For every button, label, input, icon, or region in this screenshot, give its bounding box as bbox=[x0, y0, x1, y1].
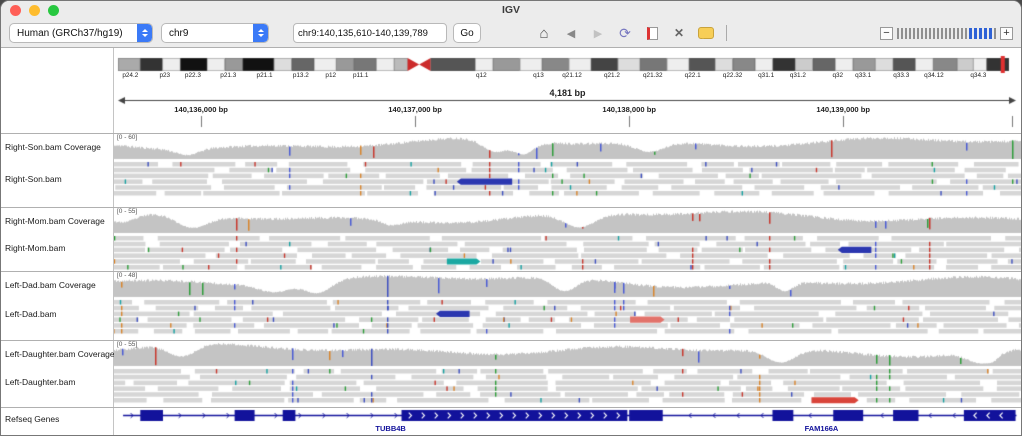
select-stepper-icon bbox=[253, 24, 268, 42]
track-content: [0 - 55] bbox=[114, 208, 1021, 271]
region-of-interest-icon[interactable] bbox=[643, 24, 661, 42]
track-content: [0 - 60] bbox=[114, 134, 1021, 207]
chromosome-select[interactable]: chr9 bbox=[161, 23, 269, 43]
track-group-left-daughter: Left-Daughter.bam Coverage Left-Daughter… bbox=[1, 340, 1021, 407]
select-stepper-icon bbox=[137, 24, 152, 42]
alignment-track[interactable] bbox=[114, 272, 1021, 340]
track-name-panel: Right-Mom.bam Coverage Right-Mom.bam bbox=[1, 208, 114, 271]
zoom-tick[interactable] bbox=[957, 28, 959, 39]
zoom-tick[interactable] bbox=[984, 28, 987, 39]
zoom-tick[interactable] bbox=[925, 28, 927, 39]
zoom-tick[interactable] bbox=[909, 28, 911, 39]
track-name-panel: Refseq Genes bbox=[1, 408, 114, 435]
coverage-range-label: [0 - 55] bbox=[117, 341, 137, 348]
main-area: p24.2p23p22.3p21.3p21.1p13.2p12p11.1q12q… bbox=[1, 47, 1021, 435]
alignment-track[interactable] bbox=[114, 134, 1021, 207]
genome-select[interactable]: Human (GRCh37/hg19) bbox=[9, 23, 153, 43]
track-name-panel: Right-Son.bam Coverage Right-Son.bam bbox=[1, 134, 114, 207]
ruler-span-label: 4,181 bp bbox=[549, 88, 585, 98]
zoom-tick[interactable] bbox=[905, 28, 907, 39]
zoom-out-button[interactable]: − bbox=[880, 27, 893, 40]
zoom-tick[interactable] bbox=[989, 28, 992, 39]
track-content: TUBB4BFAM166A bbox=[114, 408, 1021, 435]
maximize-button[interactable] bbox=[48, 5, 59, 16]
speech-bubble-icon bbox=[698, 27, 714, 39]
window-controls bbox=[10, 5, 59, 16]
zoom-tick[interactable] bbox=[949, 28, 951, 39]
zoom-tick[interactable] bbox=[961, 28, 963, 39]
track-label[interactable]: Right-Mom.bam bbox=[5, 243, 65, 253]
fit-to-window-icon[interactable]: ✕ bbox=[670, 24, 688, 42]
zoom-in-button[interactable]: + bbox=[1000, 27, 1013, 40]
tooltip-toggle-icon[interactable] bbox=[697, 24, 715, 42]
genome-select-value: Human (GRCh37/hg19) bbox=[17, 28, 123, 39]
toolbar-separator bbox=[726, 25, 727, 41]
zoom-tick[interactable] bbox=[979, 28, 982, 39]
zoom-tick[interactable] bbox=[965, 28, 967, 39]
track-content: [0 - 55] bbox=[114, 341, 1021, 407]
zoom-tick[interactable] bbox=[933, 28, 935, 39]
track-label[interactable]: Right-Son.bam bbox=[5, 174, 62, 184]
zoom-slider[interactable] bbox=[897, 28, 996, 39]
track-label[interactable]: Left-Dad.bam Coverage bbox=[5, 280, 96, 290]
igv-window: IGV Human (GRCh37/hg19) chr9 Go ⌂ ◀ ▶ ⟳ … bbox=[0, 0, 1022, 436]
home-icon[interactable]: ⌂ bbox=[535, 24, 553, 42]
track-label[interactable]: Left-Daughter.bam bbox=[5, 377, 75, 387]
zoom-tick[interactable] bbox=[953, 28, 955, 39]
coverage-range-label: [0 - 48] bbox=[117, 272, 137, 279]
zoom-tick[interactable] bbox=[913, 28, 915, 39]
region-page-icon bbox=[647, 27, 658, 40]
coverage-range-label: [0 - 60] bbox=[117, 134, 137, 141]
minimize-button[interactable] bbox=[29, 5, 40, 16]
toolbar-icons: ⌂ ◀ ▶ ⟳ ✕ bbox=[535, 24, 727, 42]
track-group-right-son: Right-Son.bam Coverage Right-Son.bam [0 … bbox=[1, 133, 1021, 207]
titlebar: IGV bbox=[1, 1, 1021, 19]
zoom-tick[interactable] bbox=[929, 28, 931, 39]
track-name-panel: Left-Dad.bam Coverage Left-Dad.bam bbox=[1, 272, 114, 340]
track-label[interactable]: Right-Son.bam Coverage bbox=[5, 142, 101, 152]
close-button[interactable] bbox=[10, 5, 21, 16]
zoom-tick[interactable] bbox=[945, 28, 947, 39]
window-title: IGV bbox=[1, 1, 1021, 19]
zoom-tick[interactable] bbox=[917, 28, 919, 39]
refseq-genes-panel: Refseq Genes TUBB4BFAM166A bbox=[1, 407, 1021, 435]
track-label[interactable]: Refseq Genes bbox=[5, 414, 59, 424]
alignment-track[interactable] bbox=[114, 341, 1021, 407]
track-group-left-dad: Left-Dad.bam Coverage Left-Dad.bam [0 - … bbox=[1, 271, 1021, 340]
forward-icon[interactable]: ▶ bbox=[589, 24, 607, 42]
track-label[interactable]: Left-Dad.bam bbox=[5, 309, 57, 319]
zoom-control: − + bbox=[880, 27, 1013, 40]
chromosome-select-value: chr9 bbox=[169, 28, 188, 39]
zoom-tick[interactable] bbox=[941, 28, 943, 39]
header-name-panel bbox=[1, 48, 114, 133]
zoom-tick[interactable] bbox=[974, 28, 977, 39]
refresh-icon[interactable]: ⟳ bbox=[616, 24, 634, 42]
alignment-track[interactable] bbox=[114, 208, 1021, 271]
track-label[interactable]: Right-Mom.bam Coverage bbox=[5, 216, 105, 226]
zoom-tick[interactable] bbox=[901, 28, 903, 39]
locus-input[interactable] bbox=[293, 23, 447, 43]
go-button[interactable]: Go bbox=[453, 23, 481, 43]
zoom-tick[interactable] bbox=[897, 28, 899, 39]
track-label[interactable]: Left-Daughter.bam Coverage bbox=[5, 349, 115, 359]
coverage-range-label: [0 - 55] bbox=[117, 208, 137, 215]
gene-track[interactable] bbox=[114, 408, 1021, 435]
track-content: [0 - 48] bbox=[114, 272, 1021, 340]
toolbar: Human (GRCh37/hg19) chr9 Go ⌂ ◀ ▶ ⟳ ✕ − … bbox=[1, 19, 1021, 47]
locus-header[interactable]: p24.2p23p22.3p21.3p21.1p13.2p12p11.1q12q… bbox=[114, 48, 1021, 133]
zoom-tick[interactable] bbox=[969, 28, 972, 39]
header-panel: p24.2p23p22.3p21.3p21.1p13.2p12p11.1q12q… bbox=[1, 47, 1021, 133]
track-group-right-mom: Right-Mom.bam Coverage Right-Mom.bam [0 … bbox=[1, 207, 1021, 271]
zoom-tick[interactable] bbox=[921, 28, 923, 39]
track-name-panel: Left-Daughter.bam Coverage Left-Daughter… bbox=[1, 341, 114, 407]
back-icon[interactable]: ◀ bbox=[562, 24, 580, 42]
zoom-tick[interactable] bbox=[994, 28, 996, 39]
zoom-tick[interactable] bbox=[937, 28, 939, 39]
